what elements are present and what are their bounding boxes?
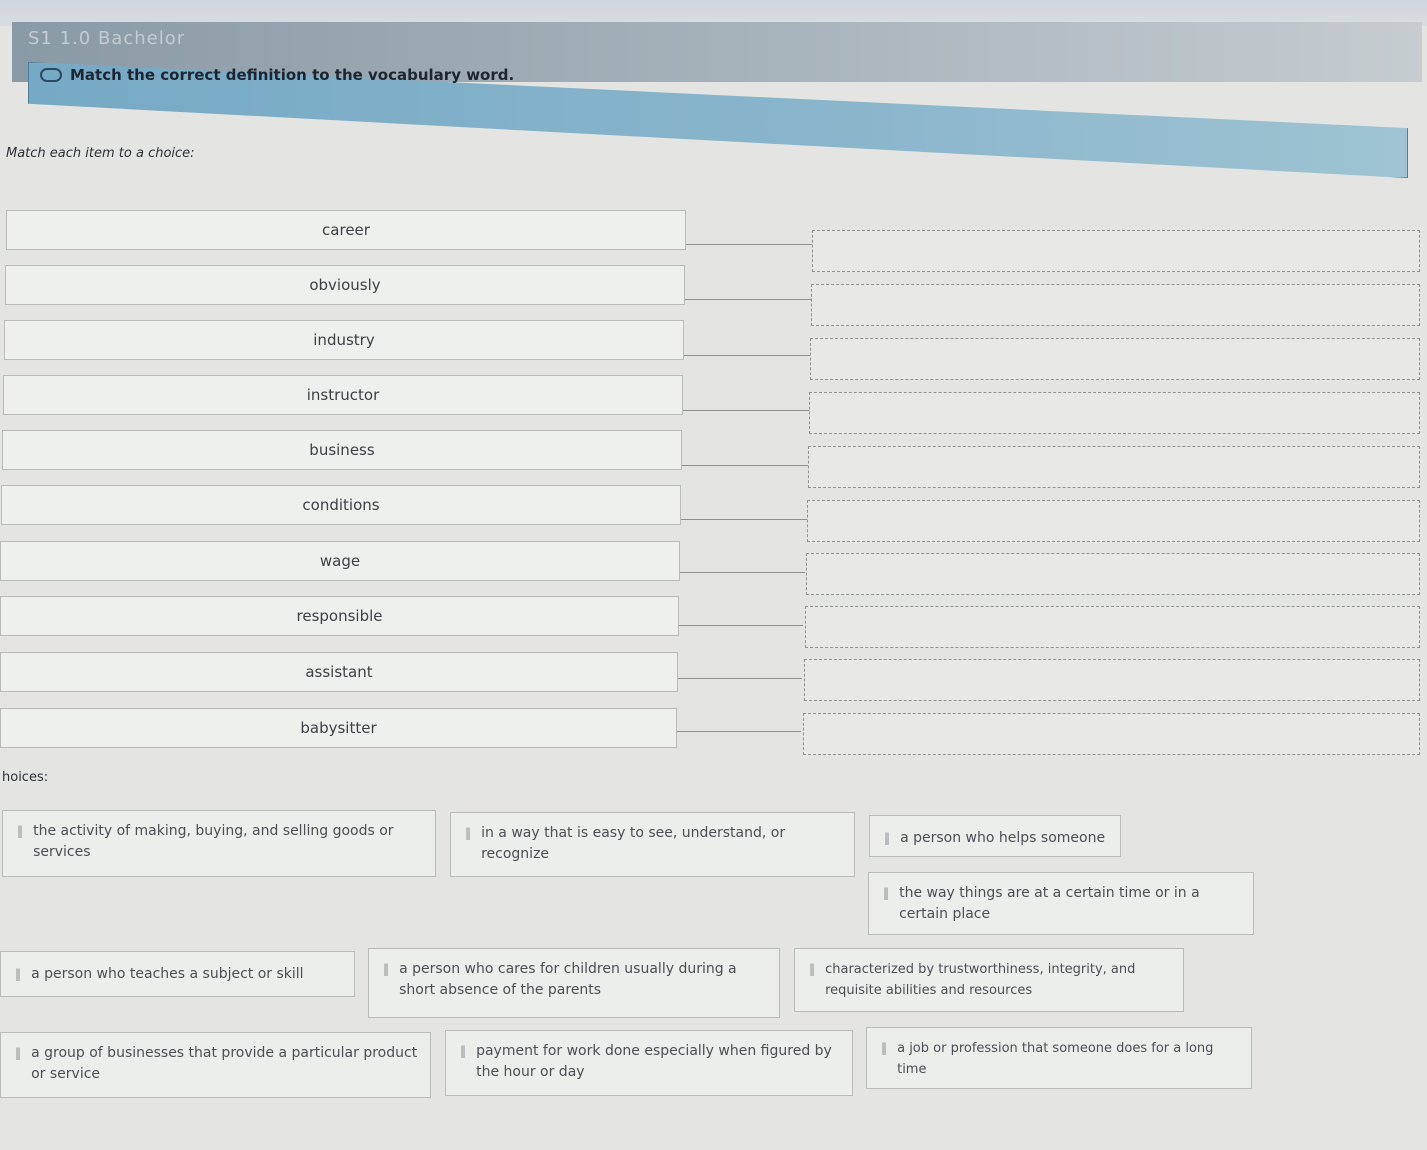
choice-text: the way things are at a certain time or … — [899, 885, 1200, 922]
term-label: instructor — [306, 386, 380, 404]
drop-zone[interactable] — [803, 713, 1420, 755]
term-responsible: responsible — [0, 596, 679, 636]
connector-line — [682, 465, 808, 466]
choice-text: a group of businesses that provide a par… — [31, 1045, 418, 1082]
term-conditions: conditions — [1, 485, 681, 525]
term-obviously: obviously — [5, 265, 685, 305]
term-label: conditions — [302, 496, 380, 514]
grip-icon: || — [17, 824, 23, 838]
term-label: babysitter — [300, 719, 377, 737]
term-label: career — [322, 221, 370, 239]
choice-card[interactable]: || a person who helps someone — [869, 815, 1121, 857]
choice-card[interactable]: || a person who cares for children usual… — [368, 948, 780, 1018]
connector-line — [683, 410, 809, 411]
choice-card[interactable]: || a job or profession that someone does… — [866, 1027, 1252, 1089]
drop-zone[interactable] — [807, 500, 1420, 542]
drop-zone[interactable] — [811, 284, 1420, 326]
drop-zone[interactable] — [806, 553, 1420, 595]
choice-text: the activity of making, buying, and sell… — [33, 823, 394, 860]
drop-zone[interactable] — [804, 659, 1420, 701]
choice-card[interactable]: || the way things are at a certain time … — [868, 872, 1254, 935]
grip-icon: || — [460, 1044, 466, 1058]
term-career: career — [6, 210, 686, 250]
term-label: obviously — [309, 276, 381, 294]
choice-text: a job or profession that someone does fo… — [897, 1041, 1214, 1077]
choice-text: payment for work done especially when fi… — [476, 1043, 832, 1080]
connector-line — [686, 244, 812, 245]
drop-zone[interactable] — [805, 606, 1420, 648]
connector-line — [680, 572, 805, 573]
choice-card[interactable]: || the activity of making, buying, and s… — [2, 810, 436, 877]
grip-icon: || — [15, 967, 21, 981]
grip-icon: || — [383, 962, 389, 976]
term-assistant: assistant — [0, 652, 678, 692]
term-label: wage — [319, 552, 361, 570]
grip-icon: || — [883, 886, 889, 900]
grip-icon: || — [15, 1046, 21, 1060]
choice-card[interactable]: || a group of businesses that provide a … — [0, 1032, 431, 1098]
connector-line — [679, 625, 803, 626]
term-wage: wage — [0, 541, 680, 581]
term-label: assistant — [305, 663, 373, 681]
choices-label: hoices: — [2, 770, 49, 785]
choice-text: a person who teaches a subject or skill — [31, 966, 304, 982]
grip-icon: || — [881, 1041, 887, 1055]
term-label: responsible — [296, 607, 383, 625]
drop-zone[interactable] — [812, 230, 1420, 272]
choice-card[interactable]: || a person who teaches a subject or ski… — [0, 951, 355, 997]
question-text: Match the correct definition to the voca… — [70, 66, 515, 84]
question-icon — [40, 68, 62, 82]
drop-zone[interactable] — [809, 392, 1420, 434]
drop-zone[interactable] — [810, 338, 1420, 380]
choice-text: characterized by trustworthiness, integr… — [825, 962, 1136, 998]
connector-line — [677, 731, 801, 732]
choice-card[interactable]: || payment for work done especially when… — [445, 1030, 853, 1096]
choice-text: a person who helps someone — [900, 830, 1106, 846]
grip-icon: || — [809, 962, 815, 976]
connector-line — [681, 519, 807, 520]
instruction-text: Match each item to a choice: — [6, 146, 195, 161]
term-label: industry — [313, 331, 375, 349]
question-row: Match the correct definition to the voca… — [40, 66, 514, 84]
term-babysitter: babysitter — [0, 708, 677, 748]
term-label: business — [309, 441, 375, 459]
grip-icon: || — [465, 826, 471, 840]
drop-zone[interactable] — [808, 446, 1420, 488]
choice-text: in a way that is easy to see, understand… — [481, 825, 786, 862]
course-title: S1 1.0 Bachelor — [28, 28, 186, 49]
term-business: business — [2, 430, 682, 470]
term-industry: industry — [4, 320, 684, 360]
choice-text: a person who cares for children usually … — [399, 961, 737, 998]
choice-card[interactable]: || in a way that is easy to see, underst… — [450, 812, 855, 877]
term-instructor: instructor — [3, 375, 683, 415]
connector-line — [685, 299, 811, 300]
choice-card[interactable]: || characterized by trustworthiness, int… — [794, 948, 1184, 1012]
grip-icon: || — [884, 831, 890, 845]
connector-line — [684, 355, 810, 356]
connector-line — [678, 678, 802, 679]
